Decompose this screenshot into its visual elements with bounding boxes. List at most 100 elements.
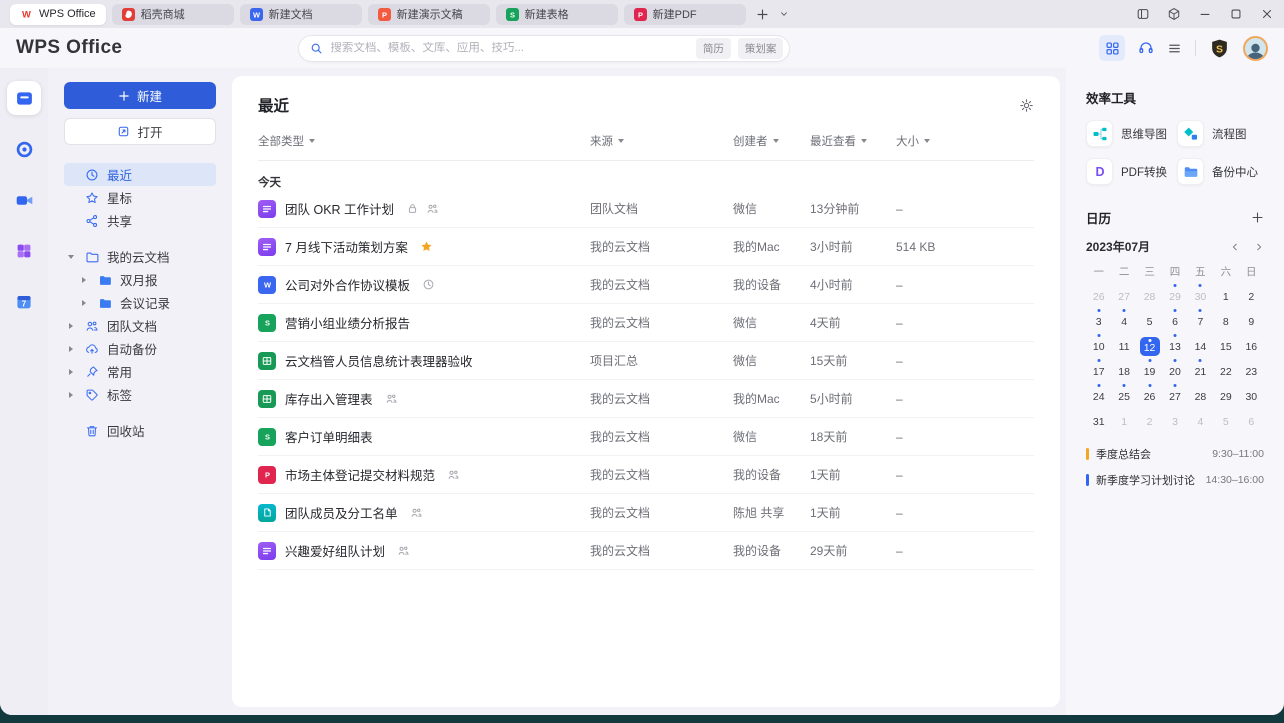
calendar-day[interactable]: 26 <box>1086 287 1111 306</box>
calendar-day[interactable]: 19 <box>1137 359 1162 381</box>
file-row[interactable]: 云文档管人员信息统计表理器验收 项目汇总 微信 15天前 – <box>258 342 1034 380</box>
close-button[interactable] <box>1260 7 1274 21</box>
search-tag-resume[interactable]: 简历 <box>695 37 731 59</box>
filter-source[interactable]: 来源 <box>590 133 733 149</box>
file-row[interactable]: W 公司对外合作协议模板 我的云文档 我的设备 4小时前 – <box>258 266 1034 304</box>
calendar-day[interactable]: 13 <box>1162 334 1187 356</box>
side-panel-icon[interactable] <box>1136 7 1150 21</box>
tab-3[interactable]: P 新建演示文稿 <box>367 3 490 25</box>
tool-mindmap[interactable]: 思维导图 <box>1086 120 1173 147</box>
sidebar-item-my-cloud[interactable]: 我的云文档 <box>64 245 216 268</box>
calendar-day[interactable]: 16 <box>1239 337 1264 356</box>
calendar-day[interactable]: 4 <box>1188 412 1213 431</box>
minimize-button[interactable] <box>1198 7 1212 21</box>
calendar-day[interactable]: 28 <box>1188 387 1213 406</box>
calendar-day[interactable]: 8 <box>1213 312 1238 331</box>
new-document-button[interactable]: 新建 <box>64 82 216 109</box>
calendar-day[interactable]: 27 <box>1162 384 1187 406</box>
maximize-button[interactable] <box>1229 7 1243 21</box>
calendar-day[interactable]: 31 <box>1086 412 1111 431</box>
tab-2[interactable]: W 新建文档 <box>239 3 362 25</box>
tool-backup-center[interactable]: 备份中心 <box>1177 158 1264 185</box>
sidebar-item-starred[interactable]: 星标 <box>64 186 216 209</box>
calendar-day[interactable]: 30 <box>1188 284 1213 306</box>
calendar-day[interactable]: 3 <box>1162 412 1187 431</box>
calendar-day[interactable]: 17 <box>1086 359 1111 381</box>
sidebar-item-auto-backup[interactable]: 自动备份 <box>64 337 216 360</box>
file-row[interactable]: 库存出入管理表 我的云文档 我的Mac 5小时前 – <box>258 380 1034 418</box>
search-bar[interactable]: 简历 策划案 <box>298 34 791 62</box>
calendar-day[interactable]: 25 <box>1111 384 1136 406</box>
file-row[interactable]: S 客户订单明细表 我的云文档 微信 18天前 – <box>258 418 1034 456</box>
calendar-day[interactable]: 26 <box>1137 384 1162 406</box>
calendar-day[interactable]: 3 <box>1086 309 1111 331</box>
file-row[interactable]: 兴趣爱好组队计划 我的云文档 我的设备 29天前 – <box>258 532 1034 570</box>
calendar-day[interactable]: 11 <box>1111 337 1136 356</box>
sidebar-item-folder-meetings[interactable]: 会议记录 <box>64 291 216 314</box>
file-row[interactable]: P 市场主体登记提交材料规范 我的云文档 我的设备 1天前 – <box>258 456 1034 494</box>
calendar-day[interactable]: 7 <box>1188 309 1213 331</box>
calendar-day[interactable]: 10 <box>1086 334 1111 356</box>
calendar-day[interactable]: 1 <box>1111 412 1136 431</box>
sidebar-item-recent[interactable]: 最近 <box>64 163 216 186</box>
calendar-day[interactable]: 27 <box>1111 287 1136 306</box>
calendar-day[interactable]: 2 <box>1137 412 1162 431</box>
calendar-day[interactable]: 21 <box>1188 359 1213 381</box>
rail-meeting-camera-icon[interactable] <box>7 183 41 217</box>
calendar-event[interactable]: 季度总结会 9:30–11:00 <box>1086 446 1264 462</box>
calendar-day[interactable]: 20 <box>1162 359 1187 381</box>
rail-todo-clock-icon[interactable] <box>7 132 41 166</box>
open-file-button[interactable]: 打开 <box>64 118 216 145</box>
user-avatar[interactable] <box>1243 35 1268 61</box>
calendar-prev-icon[interactable] <box>1230 242 1240 252</box>
tab-list-chevron-icon[interactable] <box>779 9 789 19</box>
rail-documents-icon[interactable] <box>7 81 41 115</box>
calendar-day[interactable]: 29 <box>1213 387 1238 406</box>
sidebar-item-tags[interactable]: 标签 <box>64 383 216 406</box>
sidebar-item-frequent[interactable]: 常用 <box>64 360 216 383</box>
calendar-day[interactable]: 23 <box>1239 362 1264 381</box>
apps-grid-icon[interactable] <box>1099 35 1125 61</box>
calendar-day[interactable]: 30 <box>1239 387 1264 406</box>
sidebar-item-trash[interactable]: 回收站 <box>64 419 216 442</box>
calendar-day[interactable]: 9 <box>1239 312 1264 331</box>
rail-apps-icon[interactable] <box>7 234 41 268</box>
calendar-day[interactable]: 6 <box>1239 412 1264 431</box>
tab-1[interactable]: 稻壳商城 <box>111 3 234 25</box>
file-row[interactable]: 7 月线下活动策划方案 我的云文档 我的Mac 3小时前 514 KB <box>258 228 1034 266</box>
tab-5[interactable]: P 新建PDF <box>623 3 746 25</box>
filter-type[interactable]: 全部类型 <box>258 133 590 149</box>
calendar-day[interactable]: 4 <box>1111 309 1136 331</box>
calendar-day[interactable]: 15 <box>1213 337 1238 356</box>
calendar-day[interactable]: 18 <box>1111 362 1136 381</box>
calendar-add-icon[interactable] <box>1251 211 1264 224</box>
calendar-day[interactable]: 2 <box>1239 287 1264 306</box>
search-tag-plan[interactable]: 策划案 <box>737 37 784 59</box>
rail-calendar-icon[interactable]: 7 <box>7 285 41 319</box>
calendar-day[interactable]: 14 <box>1188 337 1213 356</box>
calendar-day[interactable]: 1 <box>1213 287 1238 306</box>
calendar-day[interactable]: 12 <box>1137 337 1162 356</box>
sandbox-box-icon[interactable] <box>1167 7 1181 21</box>
calendar-day[interactable]: 22 <box>1213 362 1238 381</box>
settings-gear-icon[interactable] <box>1019 98 1034 113</box>
filter-creator[interactable]: 创建者 <box>733 133 810 149</box>
svip-badge-icon[interactable]: S <box>1209 38 1230 59</box>
tab-0[interactable]: W WPS Office <box>10 3 106 25</box>
calendar-day[interactable]: 24 <box>1086 384 1111 406</box>
file-row[interactable]: 团队 OKR 工作计划 团队文档 微信 13分钟前 – <box>258 190 1034 228</box>
file-row[interactable]: 团队成员及分工名单 我的云文档 陈旭 共享 1天前 – <box>258 494 1034 532</box>
calendar-day[interactable]: 6 <box>1162 309 1187 331</box>
calendar-day[interactable]: 28 <box>1137 287 1162 306</box>
calendar-day[interactable]: 5 <box>1137 312 1162 331</box>
global-menu-icon[interactable] <box>1167 41 1182 56</box>
tool-pdf-convert[interactable]: D PDF转换 <box>1086 158 1173 185</box>
sidebar-item-folder-bimonthly[interactable]: 双月报 <box>64 268 216 291</box>
support-headset-icon[interactable] <box>1138 40 1154 56</box>
calendar-day[interactable]: 5 <box>1213 412 1238 431</box>
sidebar-item-team-docs[interactable]: 团队文档 <box>64 314 216 337</box>
file-row[interactable]: S 营销小组业绩分析报告 我的云文档 微信 4天前 – <box>258 304 1034 342</box>
filter-viewed[interactable]: 最近查看 <box>810 133 896 149</box>
new-tab-button[interactable] <box>756 8 769 21</box>
calendar-event[interactable]: 新季度学习计划讨论 14:30–16:00 <box>1086 472 1264 488</box>
